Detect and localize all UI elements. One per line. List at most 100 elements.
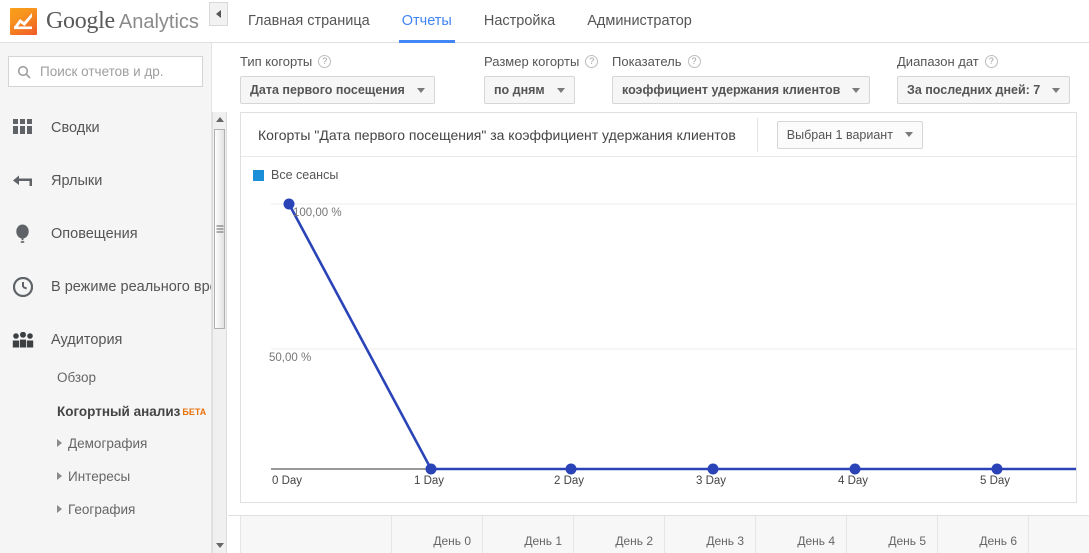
sidebar-item-audience[interactable]: Аудитория	[0, 313, 211, 366]
sidebar-item-label: Аудитория	[51, 331, 123, 348]
beta-badge: БЕТА	[182, 407, 207, 417]
table-header-cell-day0[interactable]: День 0	[392, 516, 483, 553]
scrollbar-thumb[interactable]	[214, 129, 225, 329]
y-axis-tick: 50,00 %	[269, 352, 312, 364]
filter-label: Тип когорты ?	[240, 54, 484, 69]
table-header-cell-day6[interactable]: День 6	[938, 516, 1029, 553]
filter-cohort-size: Размер когорты ? по дням	[484, 54, 612, 104]
nav-item-reports[interactable]: Отчеты	[386, 0, 468, 43]
chart-svg	[271, 198, 1076, 475]
table-header-row: День 0 День 1 День 2 День 3 День 4 День …	[240, 516, 1089, 553]
sidebar-subitem-overview[interactable]: Обзор	[57, 366, 211, 399]
help-icon[interactable]: ?	[318, 55, 332, 68]
table-header-cell-day1[interactable]: День 1	[483, 516, 574, 553]
data-point	[425, 463, 437, 475]
sidebar-nav-list: Сводки Ярлыки Оповещения В режиме реальн…	[0, 101, 211, 531]
table-header-cell-day4[interactable]: День 4	[756, 516, 847, 553]
sidebar-item-dashboards[interactable]: Сводки	[0, 101, 211, 154]
data-point	[991, 463, 1003, 475]
x-axis-tick: 5 Day	[980, 475, 1011, 487]
alerts-bell-icon	[9, 224, 36, 244]
card-header: Когорты "Дата первого посещения" за коэф…	[241, 113, 1076, 157]
nav-item-customization[interactable]: Настройка	[468, 0, 571, 43]
dropdown-value: За последних дней: 7	[907, 83, 1041, 97]
cohort-size-dropdown[interactable]: по дням	[484, 76, 575, 104]
divider	[756, 117, 758, 152]
nav-item-home[interactable]: Главная страница	[232, 0, 386, 43]
data-point	[849, 463, 861, 475]
brand-logo[interactable]: Google Analytics	[0, 7, 215, 35]
dropdown-value: Дата первого посещения	[250, 83, 405, 97]
top-navigation: Главная страница Отчеты Настройка Админи…	[232, 0, 708, 43]
dropdown-value: коэффициент удержания клиентов	[622, 83, 841, 97]
variant-selector-dropdown[interactable]: Выбран 1 вариант	[776, 120, 923, 149]
sidebar-item-shortcuts[interactable]: Ярлыки	[0, 154, 211, 207]
brand-google: Google	[46, 7, 115, 34]
cohort-table: День 0 День 1 День 2 День 3 День 4 День …	[228, 515, 1089, 553]
cohort-chart-card: Когорты "Дата первого посещения" за коэф…	[240, 112, 1077, 503]
collapse-left-icon	[216, 10, 221, 18]
filter-label: Диапазон дат ?	[897, 54, 1070, 69]
line-chart-plot: 100,00 % 50,00 % 0 Day 1 Day 2 Day 3 Day…	[241, 182, 1076, 487]
sidebar-sub-list: Обзор Когортный анализ БЕТА Демография Ин…	[0, 366, 211, 531]
table-header-cell-day2[interactable]: День 2	[574, 516, 665, 553]
sidebar-subitem-interests[interactable]: Интересы	[57, 465, 211, 498]
shortcut-arrow-icon	[9, 174, 36, 187]
chevron-down-icon	[416, 87, 425, 93]
sidebar-subitem-demographics[interactable]: Демография	[57, 432, 211, 465]
main-content: Тип когорты ? Дата первого посещения Раз…	[228, 43, 1089, 553]
sidebar: Сводки Ярлыки Оповещения	[0, 43, 212, 553]
x-axis-tick: 2 Day	[554, 475, 585, 487]
search-box[interactable]	[8, 56, 203, 87]
brand-product: Analytics	[118, 10, 199, 33]
sidebar-item-alerts[interactable]: Оповещения	[0, 207, 211, 260]
chevron-right-icon	[57, 505, 62, 513]
search-input[interactable]	[38, 63, 194, 80]
cohort-type-dropdown[interactable]: Дата первого посещения	[240, 76, 435, 104]
scroll-up-arrow-icon[interactable]	[213, 112, 226, 127]
chevron-right-icon	[57, 439, 62, 447]
sidebar-subitem-geo[interactable]: География	[57, 498, 211, 531]
sidebar-subitem-cohort-analysis[interactable]: Когортный анализ БЕТА	[57, 399, 211, 432]
table-header-cell-day3[interactable]: День 3	[665, 516, 756, 553]
chart-legend: Все сеансы	[241, 157, 1076, 182]
dashboards-grid-icon	[9, 119, 36, 136]
search-icon	[17, 65, 31, 79]
sidebar-subitem-label: Когортный анализ БЕТА	[57, 404, 207, 419]
sidebar-item-label: Сводки	[51, 119, 100, 136]
scroll-down-arrow-icon[interactable]	[213, 538, 226, 553]
filter-bar: Тип когорты ? Дата первого посещения Раз…	[228, 43, 1089, 112]
x-axis-tick: 0 Day	[272, 475, 303, 487]
x-axis-tick: 3 Day	[696, 475, 727, 487]
series-line-all-sessions	[287, 203, 1076, 471]
help-icon[interactable]: ?	[687, 55, 701, 68]
help-icon[interactable]: ?	[984, 55, 998, 68]
date-range-dropdown[interactable]: За последних дней: 7	[897, 76, 1071, 104]
sidebar-collapse-button[interactable]	[209, 2, 228, 26]
filter-label: Размер когорты ?	[484, 54, 612, 69]
metric-dropdown[interactable]: коэффициент удержания клиентов	[612, 76, 871, 104]
top-bar: Google Analytics Главная страница Отчеты …	[0, 0, 1089, 43]
realtime-clock-icon	[9, 276, 36, 297]
legend-swatch	[253, 169, 264, 181]
x-axis-tick: 1 Day	[414, 475, 445, 487]
table-header-cell-day5[interactable]: День 5	[847, 516, 938, 553]
card-title: Когорты "Дата первого посещения" за коэф…	[258, 126, 736, 143]
sidebar-item-label: Ярлыки	[51, 172, 103, 189]
legend-label: Все сеансы	[271, 168, 339, 182]
sidebar-item-label: Оповещения	[51, 225, 138, 242]
sidebar-scrollbar[interactable]	[212, 112, 227, 553]
chevron-right-icon	[57, 472, 62, 480]
x-axis-tick: 4 Day	[838, 475, 869, 487]
filter-cohort-type: Тип когорты ? Дата первого посещения	[240, 54, 484, 104]
sidebar-item-realtime[interactable]: В режиме реального времени	[0, 260, 211, 313]
brand-text: Google Analytics	[46, 8, 199, 35]
sidebar-subitem-label: Демография	[68, 436, 148, 451]
nav-item-admin[interactable]: Администратор	[571, 0, 708, 43]
sidebar-subitem-label: География	[68, 502, 136, 517]
chevron-down-icon	[1052, 87, 1061, 93]
filter-label: Показатель ?	[612, 54, 897, 69]
y-axis-tick: 100,00 %	[293, 207, 342, 219]
help-icon[interactable]: ?	[585, 55, 599, 68]
sidebar-item-label: В режиме реального времени	[51, 278, 211, 295]
